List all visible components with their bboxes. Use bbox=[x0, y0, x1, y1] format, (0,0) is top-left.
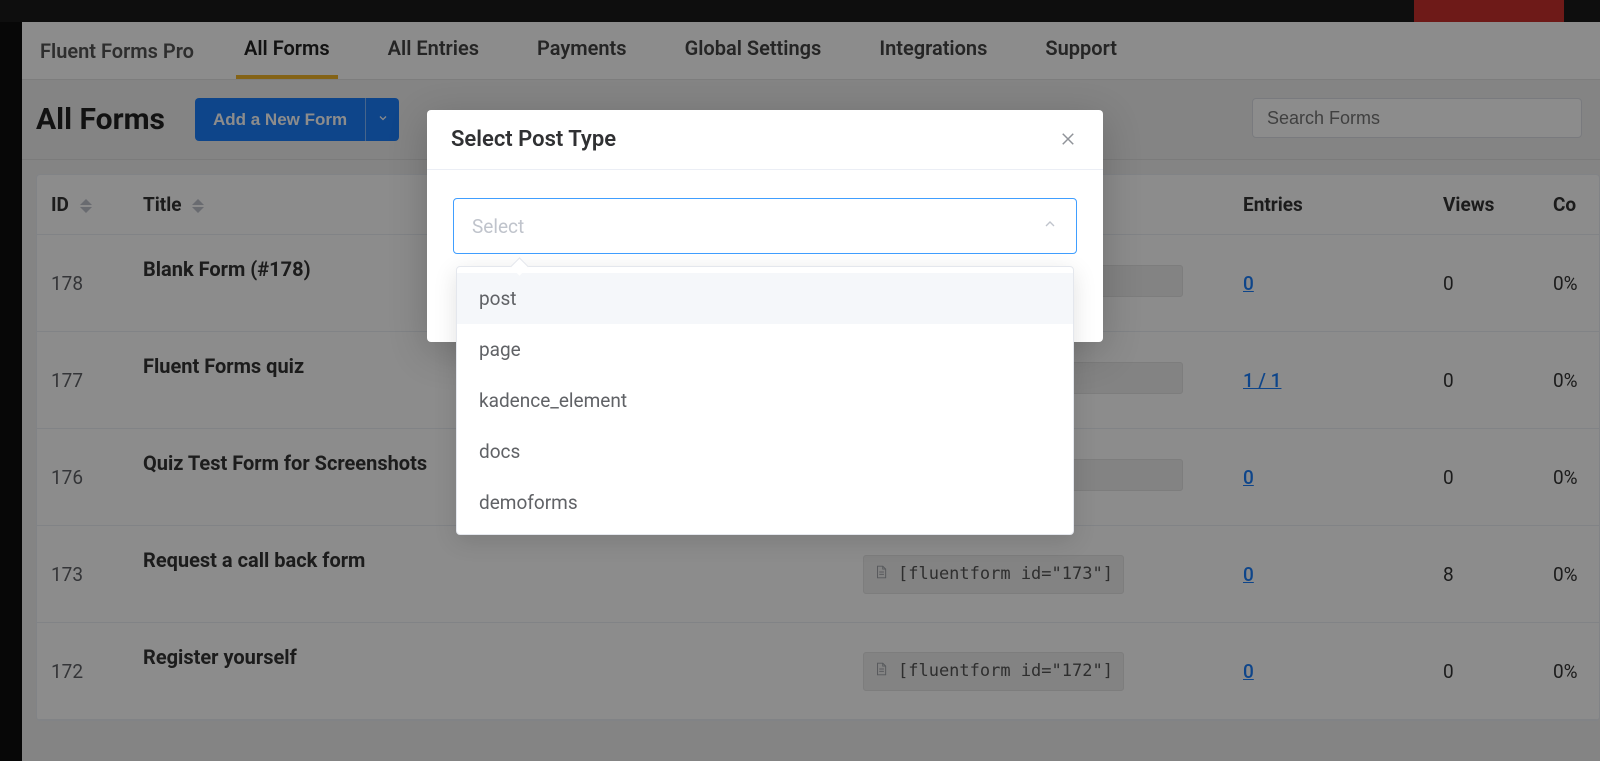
post-type-option[interactable]: page bbox=[457, 324, 1073, 375]
post-type-dropdown: postpagekadence_elementdocsdemoforms bbox=[456, 266, 1074, 535]
chevron-up-icon bbox=[1042, 216, 1058, 236]
post-type-option[interactable]: demoforms bbox=[457, 477, 1073, 528]
post-type-option[interactable]: docs bbox=[457, 426, 1073, 477]
post-type-option[interactable]: post bbox=[457, 273, 1073, 324]
close-icon bbox=[1059, 133, 1077, 152]
post-type-select[interactable]: Select bbox=[453, 198, 1077, 254]
modal-header: Select Post Type bbox=[427, 110, 1103, 170]
post-type-option[interactable]: kadence_element bbox=[457, 375, 1073, 426]
modal-title: Select Post Type bbox=[451, 127, 616, 152]
select-placeholder: Select bbox=[472, 215, 524, 238]
modal-close-button[interactable] bbox=[1059, 130, 1079, 150]
